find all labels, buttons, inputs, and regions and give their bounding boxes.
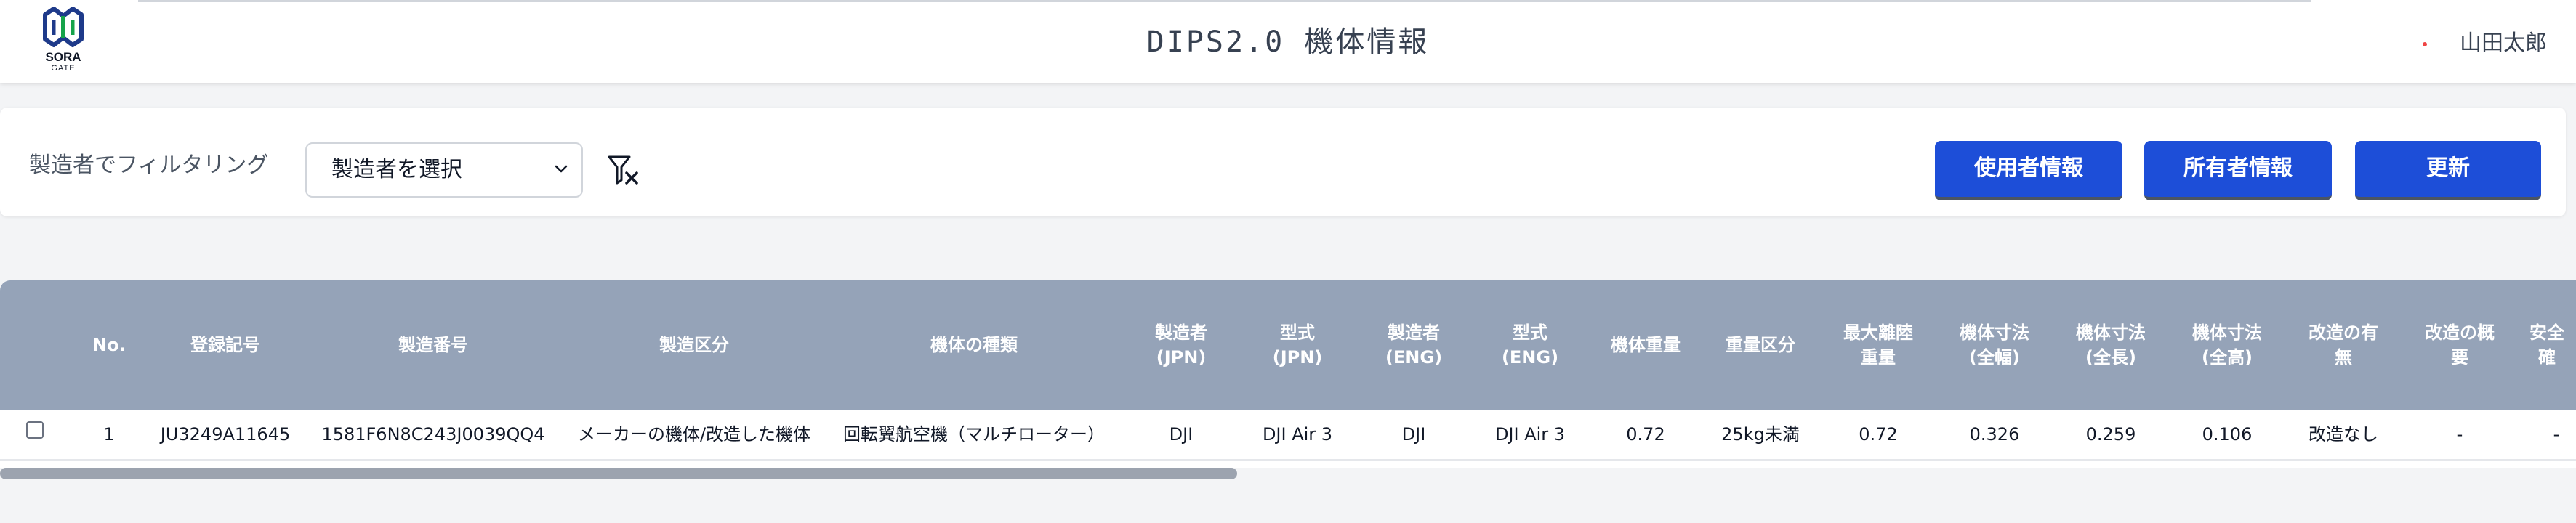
column-header-length[interactable]: 機体寸法 (全長) [2070,280,2152,410]
cell-weight: 0.72 [1626,424,1665,445]
column-header-modification-summary[interactable]: 改造の概 要 [2419,280,2500,410]
column-header-height[interactable]: 機体寸法 (全高) [2186,280,2268,410]
cell-modified: 改造なし [2309,424,2378,445]
column-header-serial[interactable]: 製造番号 [317,280,550,410]
cell-maker-eng: DJI [1401,424,1426,445]
manufacturer-select[interactable]: 製造者を選択 [305,142,583,198]
filter-label: 製造者でフィルタリング [29,153,269,178]
chevron-down-icon [555,165,568,173]
cell-aircraft-kind: 回転翼航空機（マルチローター） [843,424,1105,445]
top-strip [138,0,2311,2]
user-name[interactable]: 山田太郎 [2460,31,2547,57]
column-header-aircraft-kind[interactable]: 機体の種類 [834,280,1114,410]
column-header-max-takeoff-weight[interactable]: 最大離陸 重量 [1838,280,1919,410]
row-select-checkbox[interactable] [26,421,44,439]
column-header-width[interactable]: 機体寸法 (全幅) [1954,280,2035,410]
column-header-model-jpn[interactable]: 型式 (JPN) [1257,280,1337,410]
cell-weight-class: 25kg未満 [1721,424,1800,445]
cell-length: 0.259 [2085,424,2136,445]
page-title: DIPS2.0 機体情報 [1146,25,1430,59]
cell-registration: JU3249A11645 [160,424,291,445]
column-header-maker-jpn[interactable]: 製造者 (JPN) [1141,280,1221,410]
aircraft-table: No. 登録記号 製造番号 製造区分 機体の種類 製造者 (JPN) 型式 (J… [0,280,2576,482]
row-divider [0,459,2576,461]
column-header-no[interactable]: No. [86,280,132,410]
cell-width: 0.326 [1969,424,2020,445]
cell-manufacture-type: メーカーの機体/改造した機体 [577,424,811,445]
manufacturer-select-value: 製造者を選択 [331,157,462,182]
cell-no: 1 [103,424,115,445]
column-header-weight-class[interactable]: 重量区分 [1720,280,1801,410]
cell-max-takeoff-weight: 0.72 [1859,424,1898,445]
cell-safety: - [2553,424,2560,445]
update-button[interactable]: 更新 [2355,141,2541,200]
column-header-safety[interactable]: 安全 確 [2529,280,2576,410]
column-header-maker-eng[interactable]: 製造者 (ENG) [1374,280,1454,410]
horizontal-scrollbar-thumb[interactable] [0,468,1237,479]
flag-icon [2423,42,2427,46]
owner-info-button[interactable]: 所有者情報 [2144,141,2332,200]
cell-height: 0.106 [2202,424,2253,445]
user-info-button[interactable]: 使用者情報 [1935,141,2122,200]
filter-clear-icon[interactable] [608,155,641,186]
cell-modification-summary: - [2456,424,2463,445]
column-header-modified[interactable]: 改造の有 無 [2303,280,2384,410]
cell-model-eng: DJI Air 3 [1494,424,1566,445]
logo-subtext: GATE [51,64,76,73]
cell-serial: 1581F6N8C243J0039QQ4 [321,424,545,445]
column-header-weight[interactable]: 機体重量 [1605,280,1686,410]
cell-model-jpn: DJI Air 3 [1262,424,1333,445]
column-header-registration[interactable]: 登録記号 [147,280,304,410]
cell-maker-jpn: DJI [1169,424,1194,445]
column-header-model-eng[interactable]: 型式 (ENG) [1490,280,1570,410]
column-header-manufacture-type[interactable]: 製造区分 [563,280,826,410]
